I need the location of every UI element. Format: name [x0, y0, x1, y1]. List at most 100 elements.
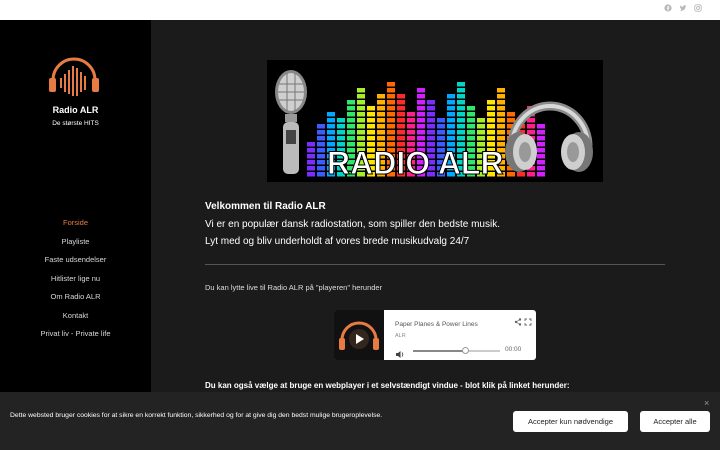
- equalizer-segment: [307, 142, 315, 147]
- equalizer-segment: [447, 136, 455, 141]
- equalizer-segment: [537, 130, 545, 135]
- equalizer-segment: [387, 106, 395, 111]
- equalizer-segment: [457, 130, 465, 135]
- nav-item-kontakt[interactable]: Kontakt: [0, 310, 151, 329]
- equalizer-segment: [417, 124, 425, 129]
- equalizer-segment: [437, 136, 445, 141]
- equalizer-segment: [507, 118, 515, 123]
- expand-icon[interactable]: [524, 313, 532, 326]
- equalizer-segment: [427, 112, 435, 117]
- welcome-line-2: Lyt med og bliv underholdt af vores bred…: [205, 236, 470, 247]
- main-nav: Forside Playliste Faste udsendelser Hitl…: [0, 217, 151, 347]
- equalizer-segment: [457, 136, 465, 141]
- equalizer-segment: [497, 124, 505, 129]
- player-artwork[interactable]: [334, 310, 384, 360]
- equalizer-segment: [427, 136, 435, 141]
- equalizer-segment: [437, 130, 445, 135]
- accept-all-button[interactable]: Accepter alle: [640, 411, 710, 432]
- equalizer-segment: [457, 106, 465, 111]
- equalizer-segment: [317, 160, 325, 165]
- equalizer-segment: [317, 172, 325, 177]
- equalizer-segment: [447, 130, 455, 135]
- audio-player: Paper Planes & Power Lines ALR 00:00: [334, 310, 536, 360]
- equalizer-segment: [387, 136, 395, 141]
- equalizer-segment: [377, 124, 385, 129]
- equalizer-segment: [387, 94, 395, 99]
- equalizer-segment: [327, 136, 335, 141]
- equalizer-segment: [317, 154, 325, 159]
- equalizer-segment: [467, 130, 475, 135]
- radio-logo[interactable]: [48, 54, 100, 98]
- equalizer-segment: [427, 106, 435, 111]
- equalizer-segment: [407, 118, 415, 123]
- equalizer-segment: [307, 166, 315, 171]
- volume-slider[interactable]: [413, 347, 500, 354]
- equalizer-segment: [357, 106, 365, 111]
- equalizer-segment: [497, 130, 505, 135]
- equalizer-segment: [527, 130, 535, 135]
- equalizer-segment: [357, 124, 365, 129]
- equalizer-segment: [537, 160, 545, 165]
- equalizer-segment: [397, 106, 405, 111]
- equalizer-segment: [427, 124, 435, 129]
- equalizer-segment: [397, 118, 405, 123]
- share-icon[interactable]: [514, 313, 522, 326]
- equalizer-segment: [457, 124, 465, 129]
- equalizer-segment: [537, 166, 545, 171]
- equalizer-segment: [317, 148, 325, 153]
- equalizer-segment: [417, 106, 425, 111]
- equalizer-segment: [537, 154, 545, 159]
- banner-text: RADIO ALR: [327, 145, 504, 181]
- equalizer-segment: [487, 136, 495, 141]
- nav-item-playliste[interactable]: Playliste: [0, 236, 151, 255]
- equalizer-segment: [497, 136, 505, 141]
- equalizer-segment: [497, 106, 505, 111]
- equalizer-segment: [417, 130, 425, 135]
- volume-icon[interactable]: [395, 346, 405, 358]
- equalizer-segment: [427, 118, 435, 123]
- equalizer-segment: [487, 112, 495, 117]
- equalizer-segment: [407, 112, 415, 117]
- equalizer-segment: [317, 142, 325, 147]
- equalizer-segment: [477, 118, 485, 123]
- nav-item-privat-liv[interactable]: Privat liv - Private life: [0, 328, 151, 347]
- site-title: Radio ALR: [52, 105, 99, 115]
- equalizer-segment: [397, 136, 405, 141]
- cookie-banner: Dette websted bruger cookies for at sikr…: [0, 392, 720, 450]
- close-icon[interactable]: ×: [704, 398, 709, 408]
- equalizer-segment: [387, 100, 395, 105]
- microphone-icon: [275, 70, 307, 174]
- equalizer-segment: [377, 130, 385, 135]
- nav-item-faste-udsendelser[interactable]: Faste udsendelser: [0, 254, 151, 273]
- equalizer-segment: [397, 124, 405, 129]
- equalizer-segment: [307, 160, 315, 165]
- equalizer-segment: [357, 88, 365, 93]
- equalizer-segment: [417, 100, 425, 105]
- equalizer-segment: [477, 124, 485, 129]
- equalizer-segment: [447, 112, 455, 117]
- equalizer-segment: [397, 112, 405, 117]
- site-subtitle: De største HITS: [52, 120, 99, 127]
- equalizer-segment: [457, 100, 465, 105]
- equalizer-segment: [347, 118, 355, 123]
- volume-slider-handle[interactable]: [461, 347, 469, 354]
- facebook-icon[interactable]: [664, 4, 672, 12]
- equalizer-segment: [447, 94, 455, 99]
- equalizer-segment: [457, 82, 465, 87]
- accept-necessary-button[interactable]: Accepter kun nødvendige: [513, 411, 628, 432]
- equalizer-segment: [347, 124, 355, 129]
- equalizer-segment: [367, 106, 375, 111]
- equalizer-segment: [397, 100, 405, 105]
- nav-item-forside[interactable]: Forside: [0, 217, 151, 236]
- equalizer-segment: [377, 106, 385, 111]
- instagram-icon[interactable]: [694, 4, 702, 12]
- nav-item-hitlister[interactable]: Hitlister lige nu: [0, 273, 151, 292]
- equalizer-segment: [467, 106, 475, 111]
- equalizer-segment: [377, 136, 385, 141]
- cookie-text: Dette websted bruger cookies for at sikr…: [10, 412, 383, 419]
- equalizer-segment: [507, 172, 515, 177]
- equalizer-segment: [397, 94, 405, 99]
- nav-item-om-radio-alr[interactable]: Om Radio ALR: [0, 291, 151, 310]
- twitter-icon[interactable]: [679, 4, 687, 12]
- equalizer-segment: [437, 124, 445, 129]
